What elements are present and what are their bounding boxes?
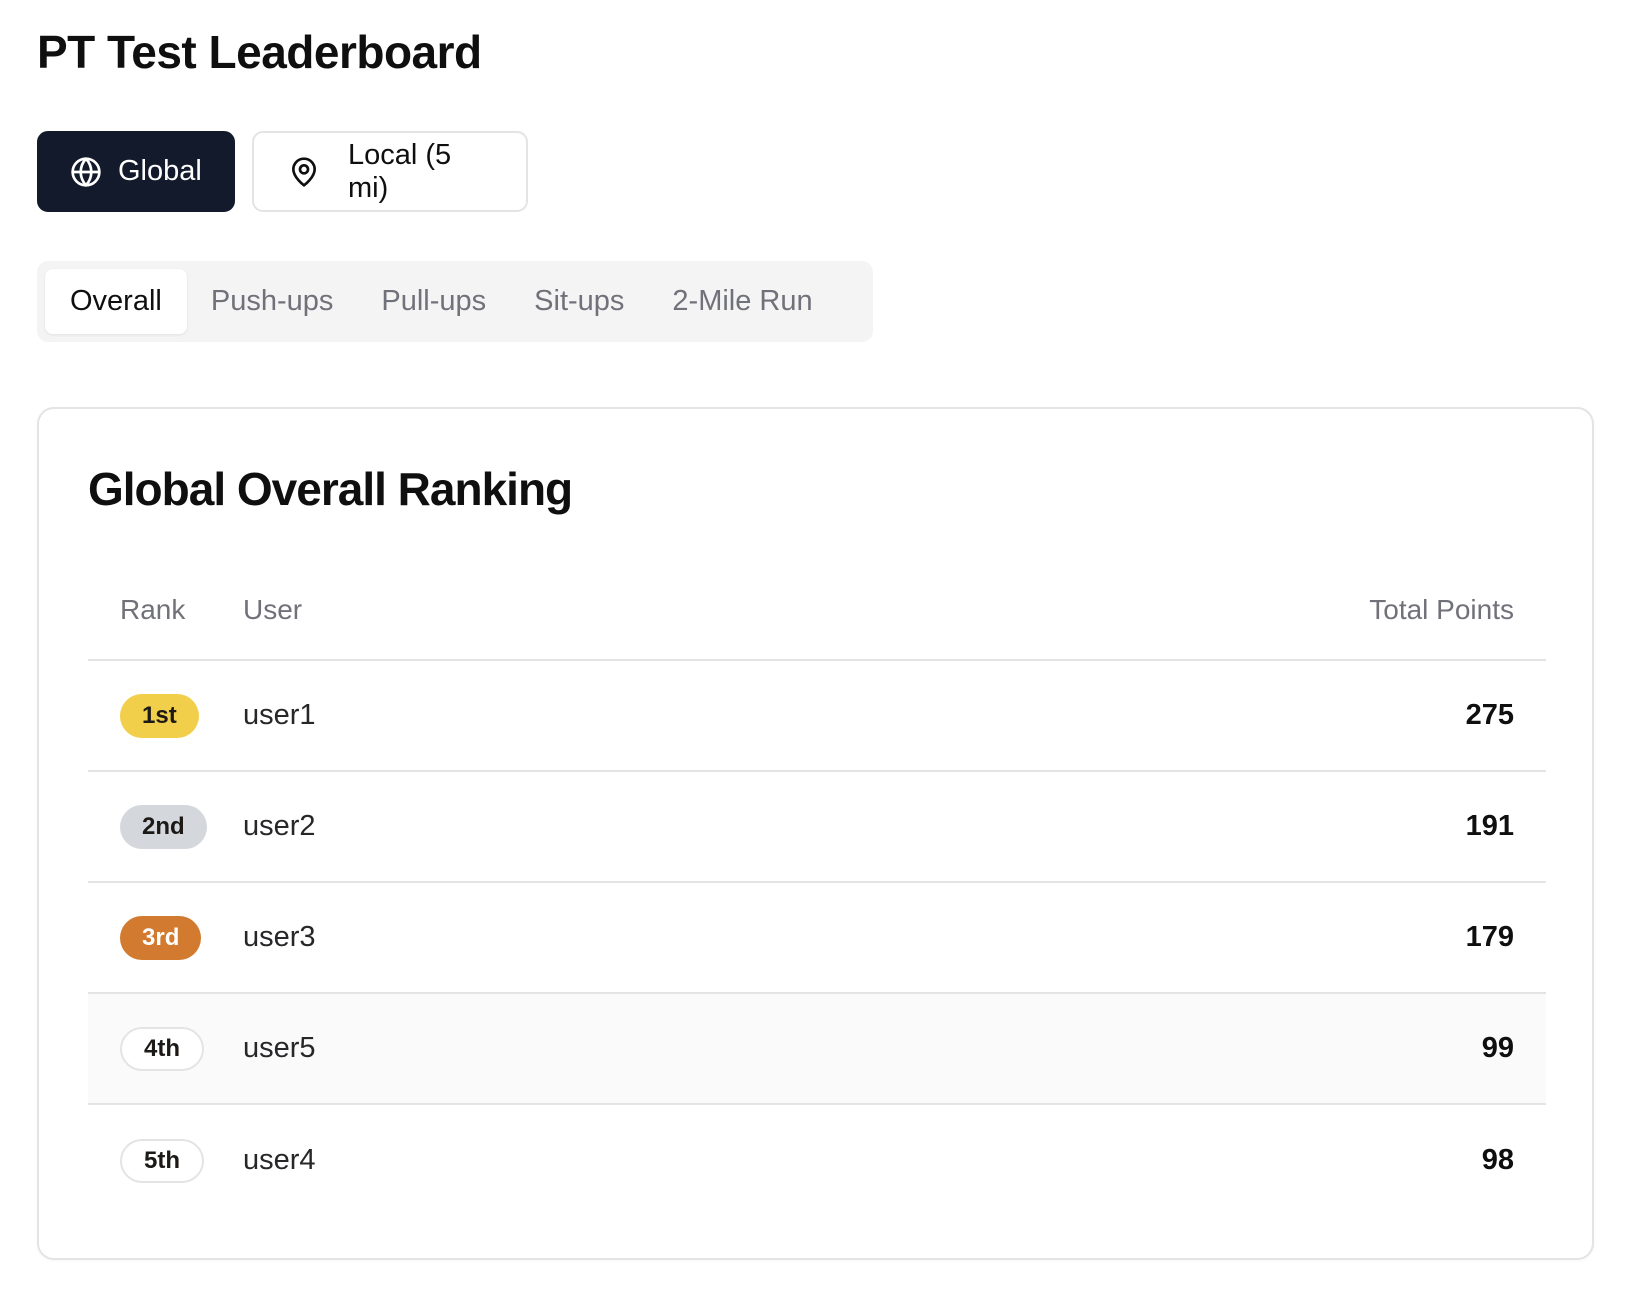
user-name: user5 <box>243 1032 316 1064</box>
page-title: PT Test Leaderboard <box>37 26 482 78</box>
table-row[interactable]: 3rd user3 179 <box>88 883 1546 994</box>
rank-badge: 4th <box>120 1026 204 1071</box>
table-row[interactable]: 4th user5 99 <box>88 994 1546 1105</box>
rank-badge: 5th <box>120 1138 204 1183</box>
column-header-points: Total Points <box>1369 594 1514 625</box>
total-points: 275 <box>1465 699 1514 731</box>
user-name: user2 <box>243 810 316 842</box>
map-pin-icon <box>288 156 320 188</box>
total-points: 98 <box>1481 1144 1514 1176</box>
rank-badge: 2nd <box>120 804 207 849</box>
user-name: user1 <box>243 699 316 731</box>
column-header-rank: Rank <box>120 594 186 625</box>
table-row[interactable]: 1st user1 275 <box>88 661 1546 772</box>
ranking-card: Global Overall Ranking Rank User Total P… <box>37 407 1594 1260</box>
global-button[interactable]: Global <box>37 131 235 212</box>
rank-badge: 3rd <box>120 915 202 960</box>
column-header-user: User <box>243 594 303 625</box>
global-button-label: Global <box>118 155 202 187</box>
table-header: Rank User Total Points <box>88 561 1546 661</box>
ranking-table: Rank User Total Points 1st user1 275 2nd… <box>88 561 1546 1216</box>
exercise-tabs: Overall Push-ups Pull-ups Sit-ups 2-Mile… <box>37 261 873 342</box>
scope-toggle: Global Local (5 mi) <box>37 131 528 212</box>
ranking-title: Global Overall Ranking <box>88 463 573 515</box>
rank-badge: 1st <box>120 693 199 738</box>
tab-sit-ups[interactable]: Sit-ups <box>510 269 648 334</box>
tab-pull-ups[interactable]: Pull-ups <box>357 269 510 334</box>
tab-push-ups[interactable]: Push-ups <box>187 269 358 334</box>
tab-overall[interactable]: Overall <box>45 269 187 334</box>
tab-2-mile-run[interactable]: 2-Mile Run <box>648 269 836 334</box>
globe-icon <box>70 156 102 188</box>
local-button[interactable]: Local (5 mi) <box>252 131 528 212</box>
local-button-label: Local (5 mi) <box>348 138 452 204</box>
table-row[interactable]: 5th user4 98 <box>88 1105 1546 1216</box>
leaderboard-page: PT Test Leaderboard Global Local (5 mi) <box>0 0 1630 1304</box>
total-points: 99 <box>1481 1032 1514 1064</box>
total-points: 179 <box>1465 921 1514 953</box>
user-name: user3 <box>243 921 316 953</box>
total-points: 191 <box>1465 810 1514 842</box>
user-name: user4 <box>243 1144 316 1176</box>
table-row[interactable]: 2nd user2 191 <box>88 772 1546 883</box>
